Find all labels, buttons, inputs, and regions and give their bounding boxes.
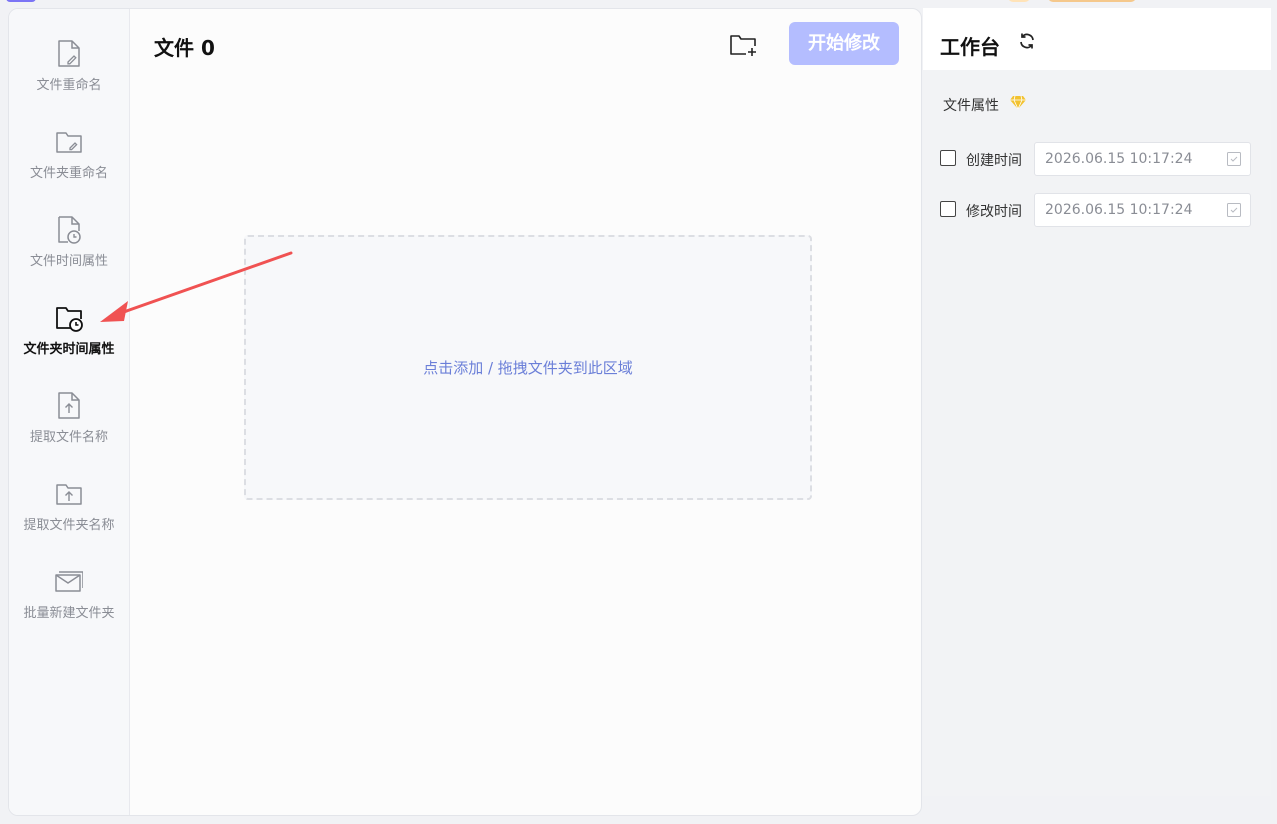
section-title: 文件属性 xyxy=(943,98,999,114)
sidebar-item-folder-time[interactable]: 文件夹时间属性 xyxy=(9,303,129,373)
create-time-row: 创建时间 xyxy=(940,142,1260,176)
main-card: 文件重命名 文件夹重命名 文件时间属性 文件夹时间属性 提取文件名称 提取文件夹… xyxy=(8,8,922,816)
start-modify-button[interactable]: 开始修改 xyxy=(789,22,899,65)
calendar-icon[interactable] xyxy=(1226,151,1242,167)
folder-extract-icon xyxy=(56,484,82,505)
add-folder-icon xyxy=(730,35,756,56)
sidebar-item-label: 文件夹时间属性 xyxy=(23,342,115,357)
workbench-header: 工作台 xyxy=(923,8,1271,70)
folder-time-icon xyxy=(56,307,83,332)
modify-time-label: 修改时间 xyxy=(966,204,1022,220)
sidebar-item-label: 文件时间属性 xyxy=(29,254,108,269)
modify-time-checkbox[interactable] xyxy=(940,201,956,217)
sidebar-item-label: 提取文件名称 xyxy=(29,430,108,445)
sidebar-item-batch-folder[interactable]: 批量新建文件夹 xyxy=(9,567,129,637)
sidebar-item-file-extract[interactable]: 提取文件名称 xyxy=(9,391,129,461)
create-time-checkbox[interactable] xyxy=(940,150,956,166)
app-logo xyxy=(6,0,36,2)
calendar-icon[interactable] xyxy=(1226,202,1242,218)
folder-rename-icon xyxy=(56,132,82,153)
sidebar-item-file-time[interactable]: 文件时间属性 xyxy=(9,215,129,285)
drop-zone[interactable]: 点击添加 / 拖拽文件夹到此区域 xyxy=(244,235,812,500)
sidebar-item-label: 文件夹重命名 xyxy=(29,166,108,181)
workbench-title: 工作台 xyxy=(940,35,1000,59)
file-extract-icon xyxy=(58,392,80,419)
drop-zone-text: 点击添加 / 拖拽文件夹到此区域 xyxy=(423,359,633,377)
sidebar-item-label: 提取文件夹名称 xyxy=(23,518,115,533)
create-time-label: 创建时间 xyxy=(966,153,1022,169)
page-title: 文件 0 xyxy=(154,36,215,60)
sidebar: 文件重命名 文件夹重命名 文件时间属性 文件夹时间属性 提取文件名称 提取文件夹… xyxy=(9,9,130,815)
modify-time-input[interactable] xyxy=(1035,194,1225,226)
sidebar-item-label: 文件重命名 xyxy=(36,78,102,93)
sidebar-item-folder-rename[interactable]: 文件夹重命名 xyxy=(9,127,129,197)
workbench-panel: 工作台 文件属性 创建时间 修改时间 xyxy=(923,8,1271,796)
vip-badge[interactable] xyxy=(1048,0,1136,2)
sidebar-item-file-rename[interactable]: 文件重命名 xyxy=(9,39,129,109)
create-time-input[interactable] xyxy=(1035,143,1225,175)
modify-time-row: 修改时间 xyxy=(940,193,1260,227)
batch-folder-icon xyxy=(55,571,83,592)
add-folder-button[interactable] xyxy=(727,29,761,61)
create-time-field[interactable] xyxy=(1034,142,1251,176)
modify-time-field[interactable] xyxy=(1034,193,1251,227)
refresh-icon[interactable] xyxy=(1017,31,1037,51)
sidebar-item-folder-extract[interactable]: 提取文件夹名称 xyxy=(9,479,129,549)
file-time-icon xyxy=(58,216,81,244)
top-strip xyxy=(0,0,1277,8)
file-rename-icon xyxy=(58,40,80,67)
workbench-body: 文件属性 创建时间 修改时间 xyxy=(923,70,1271,796)
user-avatar[interactable] xyxy=(1008,0,1030,2)
sidebar-item-label: 批量新建文件夹 xyxy=(23,606,115,621)
gem-icon xyxy=(1010,95,1026,109)
